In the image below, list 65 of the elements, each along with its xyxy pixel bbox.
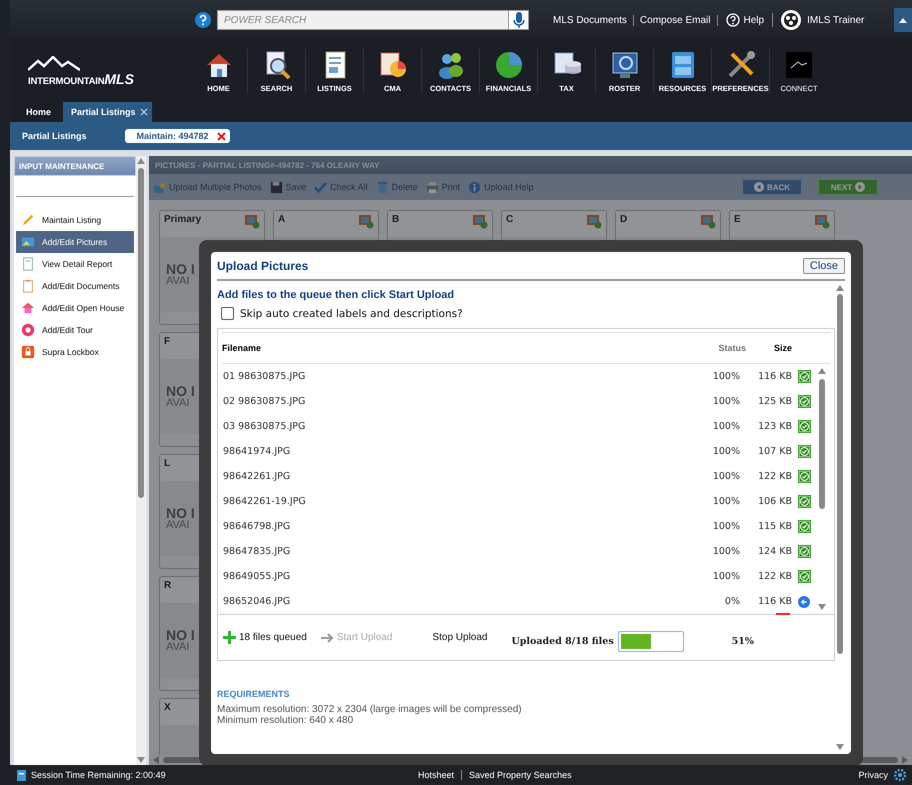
file-size: 122 KB xyxy=(757,571,792,582)
file-name: 98646798.JPG xyxy=(223,521,292,532)
instruction-heading: Add files to the queue then click Start Upload xyxy=(217,289,456,301)
slot-label: F xyxy=(164,336,170,347)
slot-label: Primary xyxy=(164,214,202,225)
upload-status: 100% xyxy=(712,421,740,432)
dialog-title: Upload Pictures xyxy=(217,259,308,273)
file-name: 98649055.JPG xyxy=(223,571,292,582)
file-size: 124 KB xyxy=(757,546,792,557)
logo-text: MLS xyxy=(104,70,134,86)
upload-status: 100% xyxy=(712,396,740,407)
file-size: 106 KB xyxy=(757,496,792,507)
slot-label: C xyxy=(506,214,514,225)
upload-status: 100% xyxy=(712,471,740,482)
column-header: Status xyxy=(717,343,746,353)
upload-progress-label: Uploaded 8/18 files xyxy=(511,636,614,647)
slot-label: A xyxy=(278,214,286,225)
column-header: Size xyxy=(772,343,792,353)
no-image-text: NO I xyxy=(166,384,195,398)
file-size: 123 KB xyxy=(757,421,792,432)
upload-status: 100% xyxy=(712,496,740,507)
logo-text: INTERMOUNTAIN xyxy=(28,76,104,86)
file-name: 98647835.JPG xyxy=(223,546,292,557)
slot-label: L xyxy=(164,458,170,469)
file-size: 107 KB xyxy=(757,446,792,457)
upload-status: 0% xyxy=(724,596,740,607)
no-image-text: NO I xyxy=(166,506,195,520)
upload-status: 100% xyxy=(712,571,740,582)
file-name: 03 98630875.JPG xyxy=(223,421,306,432)
queue-count: 18 files queued xyxy=(239,632,307,643)
no-image-text: NO I xyxy=(166,262,195,276)
sidebar-title: INPUT MAINTENANCE xyxy=(14,156,136,176)
breadcrumb-title: Partial Listings xyxy=(22,131,87,141)
upload-status: 100% xyxy=(712,446,740,457)
file-name: 98641974.JPG xyxy=(223,446,292,457)
section-heading: REQUIREMENTS xyxy=(217,689,291,699)
file-name: 02 98630875.JPG xyxy=(223,396,306,407)
upload-status: 100% xyxy=(712,546,740,557)
slot-label: E xyxy=(734,214,741,225)
no-image-text: AVAI xyxy=(166,398,190,409)
no-image-text: AVAI xyxy=(166,642,190,653)
session-timer: Session Time Remaining: 2:00:49 xyxy=(31,770,166,780)
file-name: 98642261.JPG xyxy=(223,471,292,482)
slot-label: B xyxy=(392,214,400,225)
slot-label: R xyxy=(164,580,172,591)
no-image-text: AVAI xyxy=(166,520,190,531)
progress-percent: 51% xyxy=(732,636,754,647)
file-name: 98642261-19.JPG xyxy=(223,496,307,507)
file-size: 116 KB xyxy=(757,596,792,607)
file-name: 98652046.JPG xyxy=(223,596,292,607)
no-image-text: AVAI xyxy=(166,276,190,287)
file-size: 122 KB xyxy=(757,471,792,482)
panel-title: PICTURES - PARTIAL LISTING#-494782 - 764 OLEARY WAY xyxy=(149,156,912,174)
slot-label: D xyxy=(620,214,628,225)
upload-status: 100% xyxy=(712,371,740,382)
requirement-text: Minimum resolution: 640 x 480 xyxy=(217,716,354,726)
file-size: 115 KB xyxy=(757,521,792,532)
upload-status: 100% xyxy=(712,521,740,532)
file-size: 125 KB xyxy=(757,396,792,407)
no-image-text: NO I xyxy=(166,628,195,642)
slot-label: X xyxy=(164,702,171,713)
file-name: 01 98630875.JPG xyxy=(223,371,306,382)
file-size: 116 KB xyxy=(757,371,792,382)
requirement-text: Maximum resolution: 3072 x 2304 (large images will be compressed) xyxy=(217,705,523,716)
column-header: Filename xyxy=(222,343,262,353)
